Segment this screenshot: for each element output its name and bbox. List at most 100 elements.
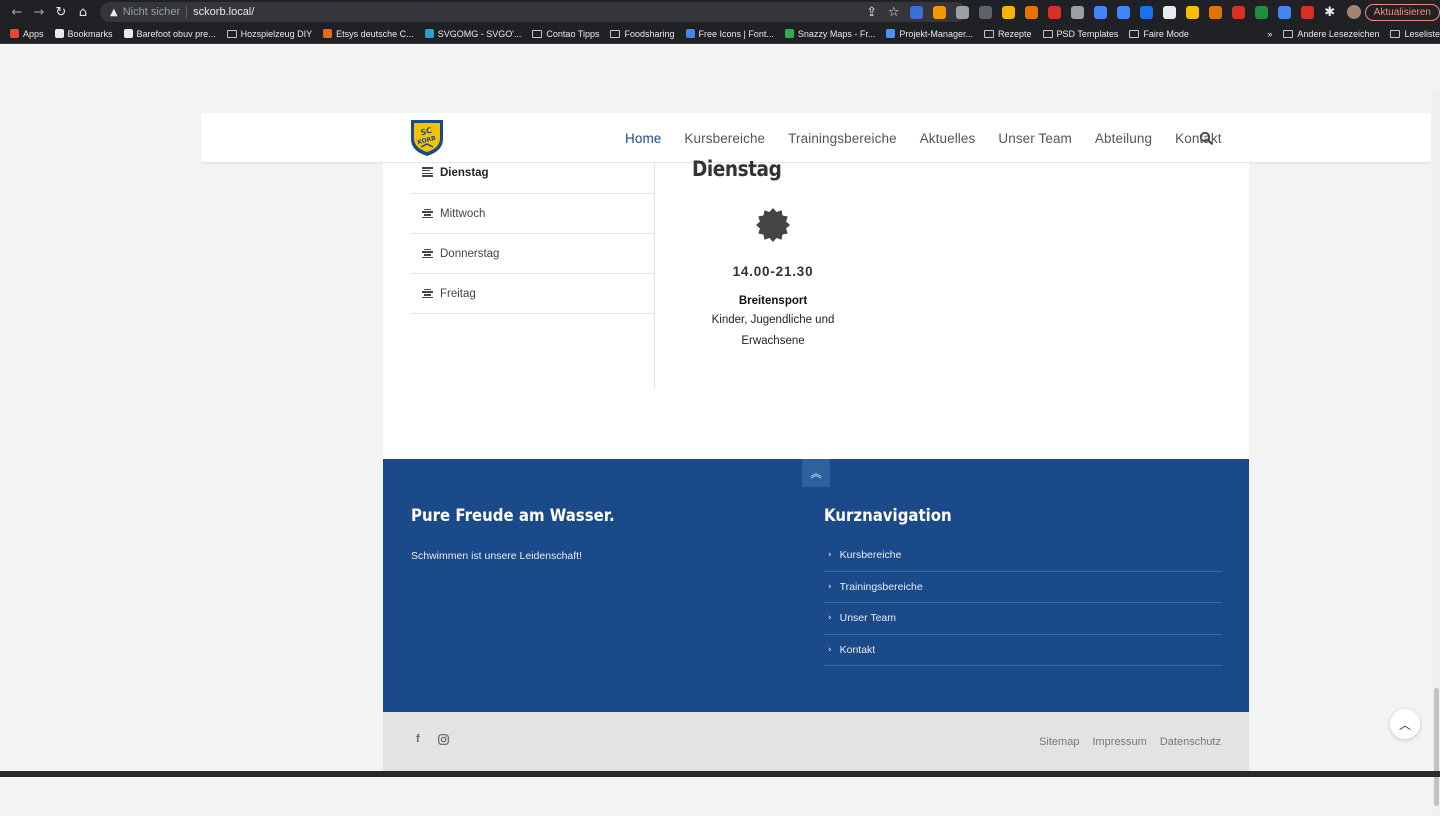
extension-11-icon[interactable] xyxy=(1139,5,1153,19)
day-label: Dienstag xyxy=(440,167,489,179)
address-divider xyxy=(186,6,188,18)
bookmark-label: Etsys deutsche C... xyxy=(336,28,414,39)
footer-link-unser-team[interactable]: › Unser Team xyxy=(824,603,1222,635)
extension-18-icon[interactable] xyxy=(1300,5,1314,19)
bookmark-12[interactable]: PSD Templates xyxy=(1042,29,1118,39)
forward-arrow-icon[interactable]: → xyxy=(28,5,50,20)
update-button[interactable]: Aktualisieren xyxy=(1364,3,1440,21)
extension-10-icon[interactable] xyxy=(1116,5,1130,19)
page-scrollbar[interactable] xyxy=(1432,90,1440,816)
search-icon[interactable] xyxy=(1199,131,1213,145)
nav-item-abteilung[interactable]: Abteilung xyxy=(1095,131,1152,146)
back-arrow-icon[interactable]: ← xyxy=(6,5,28,20)
folder-icon xyxy=(610,29,621,38)
bookmark-label: SVGOMG - SVGO'... xyxy=(437,28,522,39)
back-to-top-button[interactable]: ︿ xyxy=(1390,709,1420,739)
nav-item-home[interactable]: Home xyxy=(625,131,661,146)
url-text[interactable]: sckorb.local/ xyxy=(193,6,254,18)
extension-6-icon[interactable] xyxy=(1024,5,1038,19)
bookmark-label: Contao Tipps xyxy=(546,28,600,39)
nav-item-trainingsbereiche[interactable]: Trainingsbereiche xyxy=(788,131,897,146)
footer-link-label: Kursbereiche xyxy=(839,549,902,562)
footer-nav-list: › Kursbereiche › Trainingsbereiche › Unser Te… xyxy=(824,540,1222,666)
extension-17-icon[interactable] xyxy=(1277,5,1291,19)
legal-link-sitemap[interactable]: Sitemap xyxy=(1039,736,1079,748)
day-tab-donnerstag[interactable]: Donnerstag xyxy=(411,234,655,274)
main-navigation: Home Kursbereiche Trainingsbereiche Aktuell… xyxy=(625,113,1245,163)
bookmark-9[interactable]: Snazzy Maps - Fr... xyxy=(784,29,875,39)
footer-nav-title: Kurznavigation xyxy=(824,506,952,526)
reading-list-icon xyxy=(1390,30,1401,38)
avatar[interactable] xyxy=(1346,5,1361,19)
security-label: Nicht sicher xyxy=(122,6,181,18)
instagram-icon[interactable] xyxy=(437,733,449,745)
browser-toolbar: ← → ↻ ⌂ ▲ Nicht sicher sckorb.local/ ⇪ ☆… xyxy=(0,0,1440,24)
day-tab-dienstag[interactable]: Dienstag xyxy=(411,163,655,194)
club-logo[interactable]: SC KORB xyxy=(409,117,445,157)
nav-item-kursbereiche[interactable]: Kursbereiche xyxy=(684,131,765,146)
bookmark-5[interactable]: SVGOMG - SVGO'... xyxy=(424,28,522,39)
day-tab-freitag[interactable]: Freitag xyxy=(411,274,655,314)
legal-link-impressum[interactable]: Impressum xyxy=(1092,736,1146,748)
reading-list-label: Leseliste xyxy=(1404,29,1440,39)
bookmark-0[interactable]: Apps xyxy=(10,29,44,39)
extension-2-icon[interactable] xyxy=(932,5,946,19)
extension-1-icon[interactable] xyxy=(909,5,923,19)
chevron-right-icon: › xyxy=(828,613,832,624)
folder-icon xyxy=(1283,30,1294,38)
bookmark-star-icon[interactable]: ☆ xyxy=(883,5,905,20)
facebook-icon[interactable]: f xyxy=(416,733,420,745)
bookmark-13[interactable]: Faire Mode xyxy=(1129,29,1189,39)
bookmarks-overflow-button[interactable]: » xyxy=(1267,29,1272,39)
extension-16-icon[interactable] xyxy=(1254,5,1268,19)
map-pin-icon xyxy=(784,29,794,38)
address-bar[interactable]: ▲ Nicht sicher sckorb.local/ xyxy=(100,2,966,22)
home-icon[interactable]: ⌂ xyxy=(72,5,94,20)
extension-7-icon[interactable] xyxy=(1047,5,1061,19)
folder-icon xyxy=(1042,29,1053,38)
bookmark-3[interactable]: Hozspielzeug DIY xyxy=(226,29,312,39)
os-taskbar xyxy=(0,771,1440,777)
scroll-up-button[interactable]: ︽ xyxy=(802,459,830,487)
bookmark-10[interactable]: Projekt-Manager... xyxy=(886,29,973,39)
bookmark-6[interactable]: Contao Tipps xyxy=(532,29,599,39)
extension-13-icon[interactable] xyxy=(1185,5,1199,19)
extension-14-icon[interactable] xyxy=(1208,5,1222,19)
scrollbar-thumb[interactable] xyxy=(1434,688,1439,806)
legal-links: Sitemap Impressum Datenschutz xyxy=(1026,736,1221,748)
nav-item-unser-team[interactable]: Unser Team xyxy=(998,131,1072,146)
bookmark-2[interactable]: Barefoot obuv pre... xyxy=(123,29,216,39)
list-icon xyxy=(422,288,433,299)
bookmark-1[interactable]: Bookmarks xyxy=(54,29,113,39)
extension-3-icon[interactable] xyxy=(955,5,969,19)
extension-15-icon[interactable] xyxy=(1231,5,1245,19)
site-header: SC KORB Home Kursbereiche Trainingsbereich… xyxy=(201,113,1431,163)
bookmark-8[interactable]: Free Icons | Font... xyxy=(685,29,774,39)
bookmark-4[interactable]: Etsys deutsche C... xyxy=(323,29,414,39)
footer-link-kursbereiche[interactable]: › Kursbereiche xyxy=(824,540,1222,572)
bottom-bar: f Sitemap Impressum Datenschutz xyxy=(383,712,1249,771)
extension-4-icon[interactable] xyxy=(978,5,992,19)
footer-link-kontakt[interactable]: › Kontakt xyxy=(824,635,1222,666)
extension-9-icon[interactable] xyxy=(1093,5,1107,19)
course-description: Kinder, Jugendliche und Erwachsene xyxy=(711,314,835,347)
bookmark-11[interactable]: Rezepte xyxy=(983,28,1032,39)
extension-12-icon[interactable] xyxy=(1162,5,1176,19)
footer-link-trainingsbereiche[interactable]: › Trainingsbereiche xyxy=(824,572,1222,603)
footer-title: Pure Freude am Wasser. xyxy=(411,506,615,526)
extension-5-icon[interactable] xyxy=(1001,5,1015,19)
share-icon[interactable]: ⇪ xyxy=(861,5,883,20)
other-bookmarks-label: Andere Lesezeichen xyxy=(1297,29,1380,39)
puzzle-icon[interactable]: ✱ xyxy=(1319,5,1341,20)
legal-link-datenschutz[interactable]: Datenschutz xyxy=(1160,736,1221,748)
bookmark-7[interactable]: Foodsharing xyxy=(610,29,675,39)
extension-8-icon[interactable] xyxy=(1070,5,1084,19)
nav-item-aktuelles[interactable]: Aktuelles xyxy=(920,131,976,146)
flag-icon xyxy=(685,29,695,38)
reload-icon[interactable]: ↻ xyxy=(50,5,72,20)
bookmark-label: Rezepte xyxy=(997,28,1032,39)
bookmarks-right: » Andere Lesezeichen Leseliste xyxy=(1263,24,1440,43)
other-bookmarks-button[interactable]: Andere Lesezeichen xyxy=(1283,29,1379,39)
reading-list-button[interactable]: Leseliste xyxy=(1390,29,1440,39)
day-tab-mittwoch[interactable]: Mittwoch xyxy=(411,194,655,234)
